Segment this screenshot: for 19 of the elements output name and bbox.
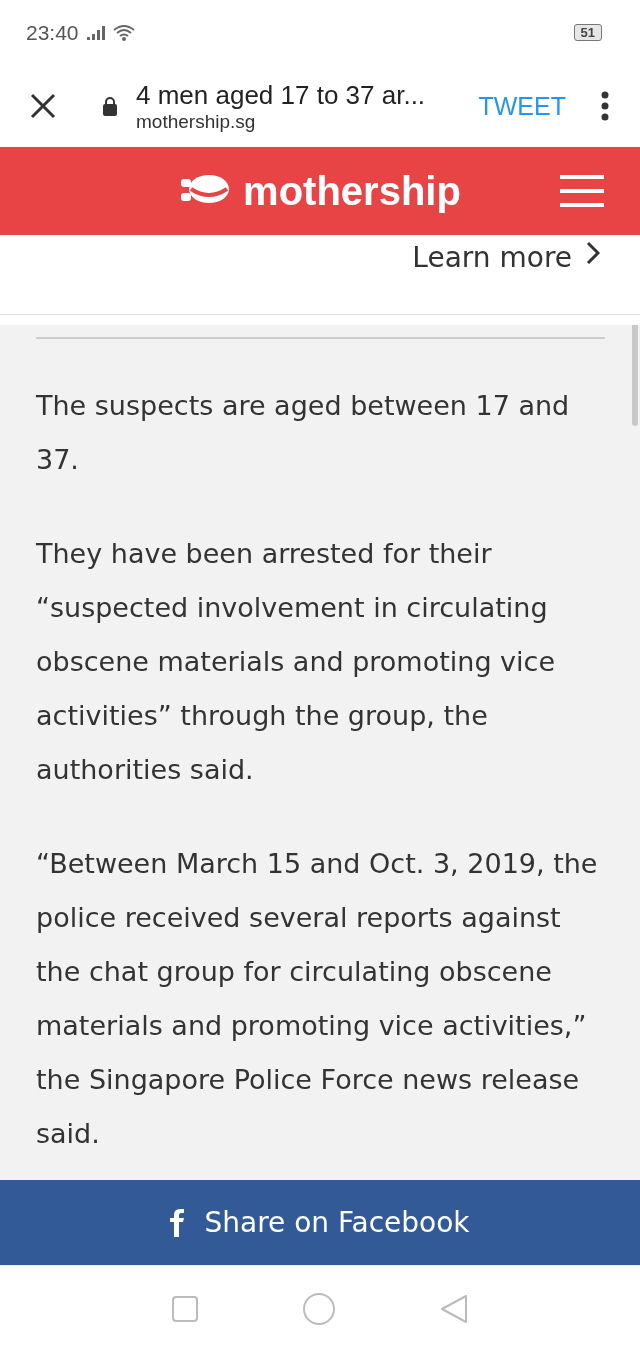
- page-title: 4 men aged 17 to 37 ar...: [136, 79, 427, 111]
- signal-icon: [86, 25, 107, 40]
- clock-time: 23:40: [26, 20, 79, 45]
- page-url: mothership.sg: [136, 110, 257, 133]
- battery-level: 51: [573, 24, 602, 41]
- chevron-right-icon[interactable]: [586, 241, 600, 265]
- more-icon[interactable]: [600, 91, 610, 121]
- lock-icon: [102, 96, 118, 116]
- article-paragraph: “Between March 15 and Oct. 3, 2019, the police received several reports against the chat group for circulating obscene materials and promoting vice activities,” the Singapore Police Force news release said.: [36, 847, 599, 1151]
- wifi-icon: [112, 23, 135, 42]
- article-paragraph: They have been arrested for their “suspected involvement in circulating obscene materials and promoting vice activities” through the group, the authorities said.: [36, 537, 557, 787]
- close-icon[interactable]: [30, 93, 56, 119]
- share-facebook-button[interactable]: Share on Facebook: [0, 1180, 640, 1265]
- menu-icon[interactable]: [560, 175, 604, 207]
- article-paragraph: The suspects are aged between 17 and 37.: [36, 389, 571, 477]
- learn-more-link[interactable]: Learn more: [412, 241, 572, 274]
- scrollbar-thumb[interactable]: [632, 325, 638, 426]
- site-logo[interactable]: mothership: [243, 168, 461, 214]
- facebook-icon: [170, 1208, 185, 1237]
